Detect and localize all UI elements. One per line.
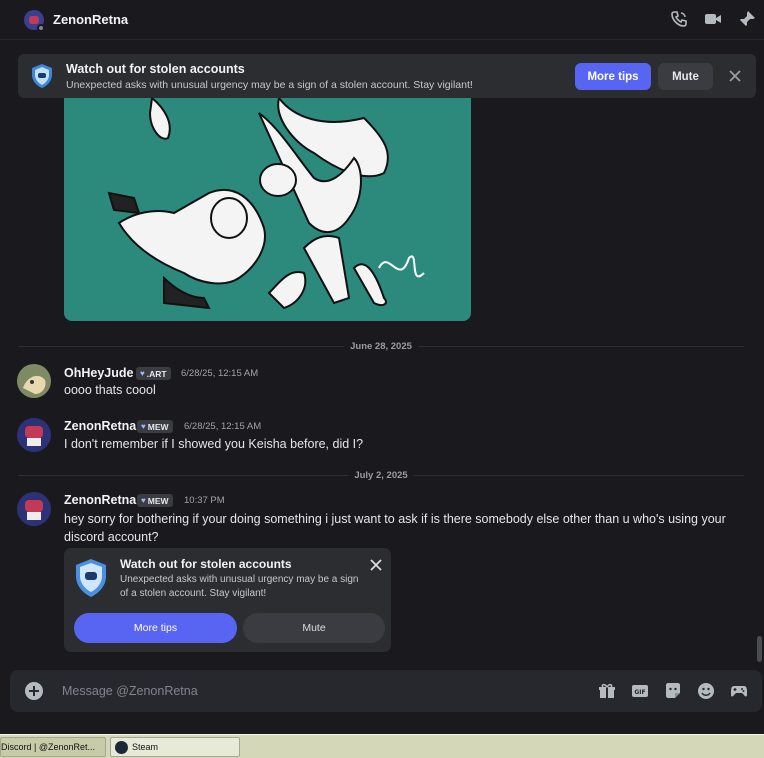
add-attachment-icon[interactable] — [24, 681, 44, 701]
scrollbar[interactable] — [757, 636, 762, 662]
card-title: Watch out for stolen accounts — [120, 557, 292, 571]
message-text: hey sorry for bothering if your doing so… — [64, 512, 726, 544]
more-tips-button[interactable]: More tips — [74, 613, 237, 643]
avatar[interactable] — [17, 418, 51, 452]
steam-icon — [115, 740, 128, 754]
banner-description: Unexpected asks with unusual urgency may… — [66, 79, 473, 91]
taskbar-item-label: Discord | @ZenonRet... — [1, 742, 96, 752]
gift-icon[interactable] — [598, 682, 616, 700]
heart-icon: ♥ — [141, 496, 146, 505]
os-taskbar: Discord | @ZenonRet... Steam — [0, 734, 764, 758]
heart-icon: ♥ — [141, 422, 146, 431]
server-tag[interactable]: ♥ MEW — [137, 494, 173, 507]
image-attachment[interactable] — [64, 98, 471, 321]
stolen-account-banner: Watch out for stolen accounts Unexpected… — [18, 54, 756, 98]
mute-button[interactable]: Mute — [243, 613, 385, 643]
shield-icon — [30, 63, 54, 89]
close-icon[interactable] — [726, 67, 744, 85]
page-title[interactable]: ZenonRetna — [53, 12, 128, 27]
message-text: I don't remember if I showed you Keisha … — [64, 437, 364, 451]
phone-call-icon[interactable] — [670, 10, 688, 28]
gif-icon[interactable]: GIF — [631, 682, 649, 700]
server-tag-label: MEW — [147, 495, 169, 506]
avatar[interactable] — [17, 492, 51, 526]
emoji-icon[interactable] — [697, 682, 715, 700]
discord-window: ZenonRetna Watch out for stolen accounts… — [0, 0, 764, 734]
message-text: oooo thats coool — [64, 383, 156, 397]
close-icon[interactable] — [367, 556, 385, 574]
shield-icon — [74, 558, 108, 598]
mute-button[interactable]: Mute — [658, 63, 713, 90]
svg-text:GIF: GIF — [634, 689, 645, 696]
username[interactable]: ZenonRetna — [64, 493, 136, 507]
avatar[interactable] — [17, 364, 51, 398]
heart-icon: ♥ — [140, 369, 145, 378]
timestamp: 6/28/25, 12:15 AM — [181, 368, 259, 379]
video-call-icon[interactable] — [704, 10, 722, 28]
card-description: Unexpected asks with unusual urgency may… — [120, 574, 359, 599]
server-tag[interactable]: ♥ .ART — [136, 367, 171, 380]
server-tag-label: MEW — [147, 421, 169, 432]
message-input[interactable] — [62, 670, 582, 712]
taskbar-item-discord[interactable]: Discord | @ZenonRet... — [0, 737, 106, 757]
username[interactable]: OhHeyJude — [64, 366, 133, 380]
message-composer: GIF — [10, 670, 762, 712]
timestamp: 6/28/25, 12:15 AM — [184, 421, 262, 432]
status-indicator — [37, 24, 45, 32]
server-tag-label: .ART — [146, 368, 167, 379]
taskbar-item-label: Steam — [132, 742, 159, 752]
date-divider-label: July 2, 2025 — [348, 470, 414, 481]
composer-toolbar: GIF — [598, 682, 748, 700]
header-toolbar — [670, 10, 756, 28]
username[interactable]: ZenonRetna — [64, 419, 136, 433]
banner-title: Watch out for stolen accounts — [66, 62, 245, 76]
date-divider-label: June 28, 2025 — [344, 341, 418, 352]
sticker-icon[interactable] — [664, 682, 682, 700]
timestamp: 10:37 PM — [184, 495, 225, 506]
activities-icon[interactable] — [730, 682, 748, 700]
server-tag[interactable]: ♥ MEW — [137, 420, 173, 433]
channel-header: ZenonRetna — [0, 0, 764, 40]
pin-icon[interactable] — [738, 10, 756, 28]
taskbar-item-steam[interactable]: Steam — [110, 737, 240, 757]
stolen-account-card: Watch out for stolen accounts Unexpected… — [64, 548, 391, 652]
more-tips-button[interactable]: More tips — [575, 63, 651, 90]
